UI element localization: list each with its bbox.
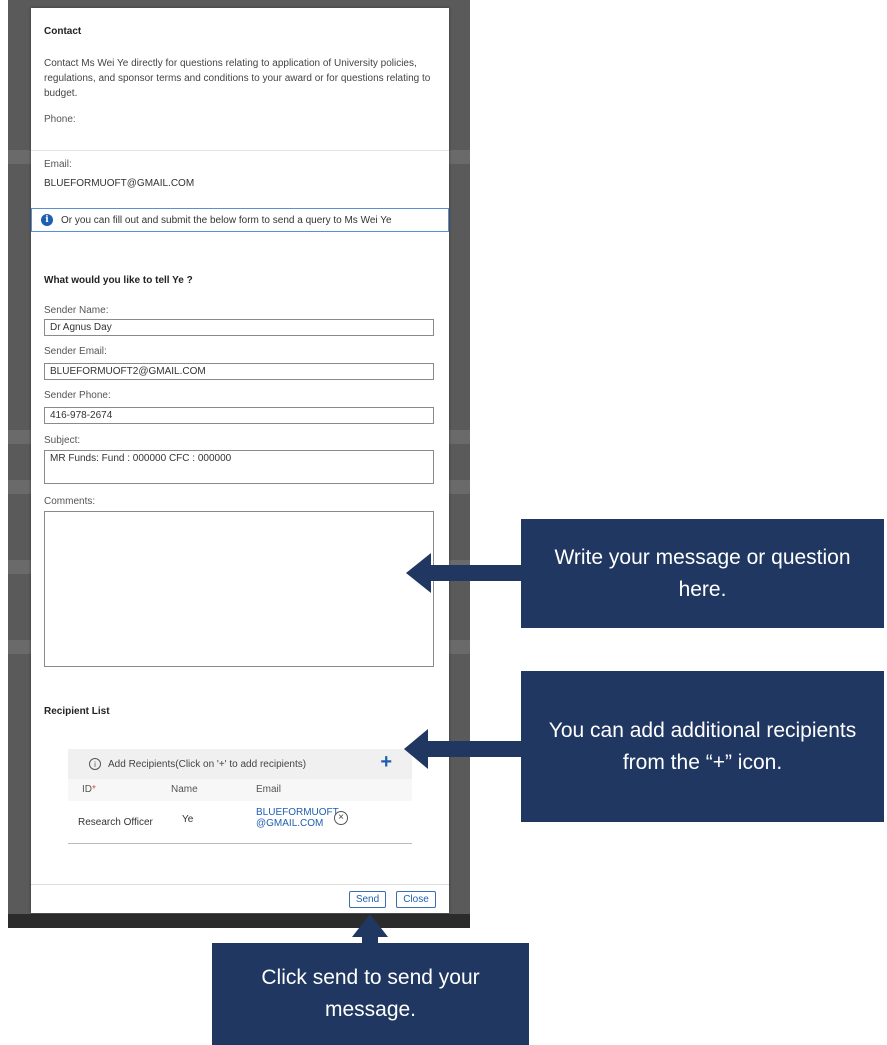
callout-arrows (352, 553, 521, 943)
send-arrow (352, 914, 388, 943)
comments-arrow (406, 553, 521, 593)
recipients-arrow (404, 729, 521, 769)
